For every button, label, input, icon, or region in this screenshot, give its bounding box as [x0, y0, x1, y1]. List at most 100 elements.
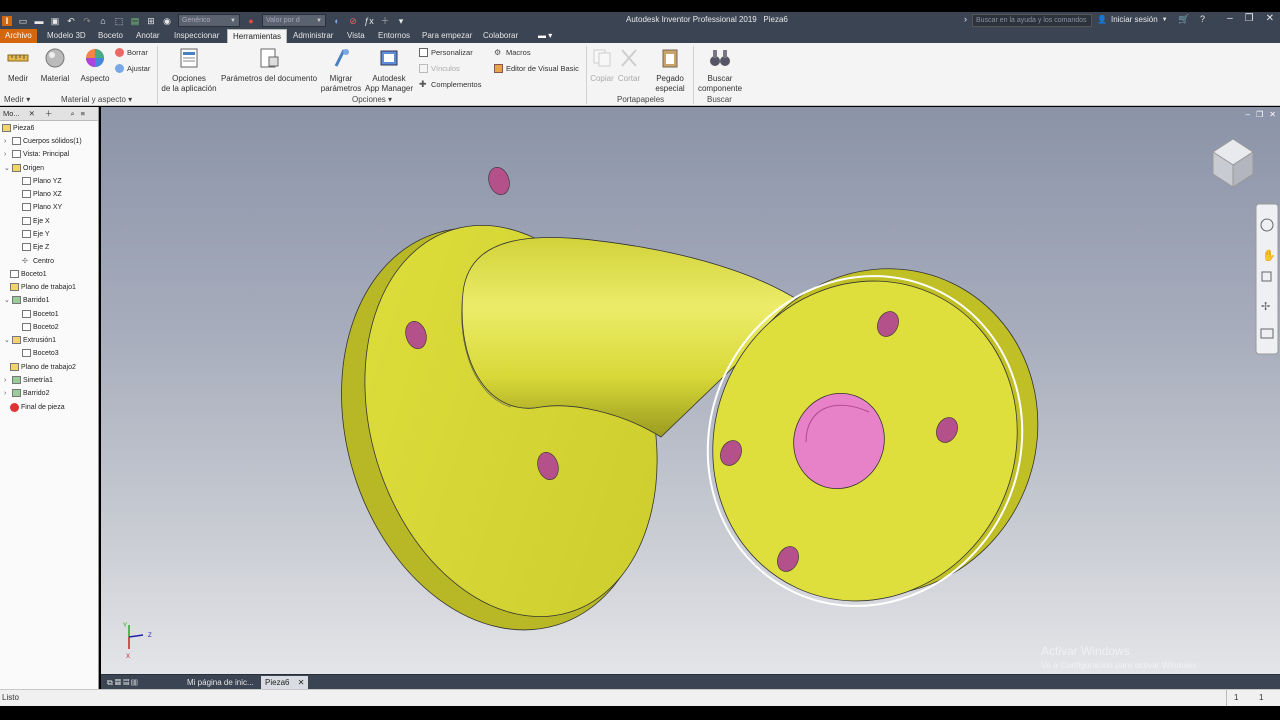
minimize-icon[interactable]: –	[1227, 13, 1233, 24]
tree-node[interactable]: Final de pieza	[10, 403, 65, 412]
migrar-parametros-button[interactable]: Migrar parámetros	[320, 48, 362, 94]
expand-icon[interactable]: ›	[4, 151, 10, 158]
expand-icon[interactable]: ›	[4, 377, 10, 384]
tab-para-empezar[interactable]: Para empezar	[417, 29, 477, 43]
add-icon[interactable]: ＋	[380, 16, 390, 26]
buscar-componente-button[interactable]: Buscar componente	[695, 48, 745, 94]
medir-button[interactable]: Medir	[4, 48, 32, 84]
personalizar-button[interactable]: Personalizar	[419, 48, 473, 57]
home-icon[interactable]: ⌂	[98, 16, 108, 26]
macros-button[interactable]: ⚙ Macros	[494, 48, 531, 57]
help-search-input[interactable]: Buscar en la ayuda y los comandos	[972, 14, 1092, 27]
collapse-icon[interactable]: ⌄	[4, 336, 10, 344]
tree-node[interactable]: Boceto2	[22, 323, 59, 331]
material-combo[interactable]: Genérico ▼	[178, 14, 240, 27]
tree-node[interactable]: Pieza6	[2, 124, 34, 132]
vinculos-button[interactable]: Vínculos	[419, 64, 460, 73]
tree-node[interactable]: › Simetría1	[4, 376, 53, 384]
tree-node[interactable]: Plano XY	[22, 203, 62, 211]
cart-icon[interactable]: 🛒	[1178, 14, 1189, 25]
new-file-icon[interactable]: ▭	[18, 16, 28, 26]
help-icon[interactable]: ?	[1200, 14, 1205, 24]
select-icon[interactable]: ⬚	[114, 16, 124, 26]
tab-overflow-icon[interactable]: ▬ ▾	[533, 29, 557, 43]
parametros-documento-button[interactable]: Parámetros del documento	[219, 48, 319, 84]
tree-node[interactable]: ⌄ Origen	[4, 164, 44, 172]
search-expand-icon[interactable]: ›	[964, 14, 967, 24]
tree-node[interactable]: Boceto1	[22, 310, 59, 318]
doc-tab-part[interactable]: Pieza6 ✕	[261, 676, 309, 689]
tree-node[interactable]: › Barrido2	[4, 389, 49, 397]
customize-arrow-icon[interactable]: ▾	[396, 16, 406, 26]
close-icon[interactable]: ✕	[1266, 13, 1274, 24]
tree-node[interactable]: Plano XZ	[22, 190, 62, 198]
search-icon[interactable]: ⌕	[70, 109, 74, 119]
tree-node[interactable]: ⌄ Barrido1	[4, 296, 49, 304]
pan-icon[interactable]: ✋	[1262, 249, 1276, 262]
inventor-logo-icon[interactable]: I	[2, 15, 12, 26]
tab-colaborar[interactable]: Colaborar	[478, 29, 523, 43]
bolt-hole[interactable]	[485, 165, 512, 198]
menu-icon[interactable]: ≡	[81, 109, 85, 118]
collapse-icon[interactable]: ⌄	[4, 164, 10, 172]
aspecto-button[interactable]: Aspecto	[78, 48, 112, 84]
tree-node[interactable]: Eje Z	[22, 243, 49, 251]
panel-title-material-aspecto[interactable]: Material y aspecto ▾	[61, 95, 132, 104]
redo-icon[interactable]: ↷	[82, 16, 92, 26]
tab-modelo-3d[interactable]: Modelo 3D	[42, 29, 91, 43]
app-manager-button[interactable]: Autodesk App Manager	[363, 48, 415, 94]
cortar-button[interactable]: Cortar	[616, 48, 642, 84]
editor-vb-button[interactable]: Editor de Visual Basic	[494, 64, 579, 73]
tree-node[interactable]: ✣ Centro	[22, 257, 54, 266]
adjust-icon[interactable]: ◐	[332, 16, 342, 26]
opciones-aplicacion-button[interactable]: Opciones de la aplicación	[160, 48, 218, 94]
view-cube[interactable]	[1212, 138, 1254, 188]
pegado-especial-button[interactable]: Pegado especial	[650, 48, 690, 94]
browser-tab-model[interactable]: Mo...	[0, 109, 23, 118]
expand-icon[interactable]: ›	[4, 138, 10, 145]
tab-herramientas[interactable]: Herramientas	[227, 29, 288, 43]
tree-node[interactable]: Plano YZ	[22, 177, 62, 185]
save-icon[interactable]: ▣	[50, 16, 60, 26]
appearance-combo[interactable]: Valor por d ▼	[262, 14, 326, 27]
tree-node[interactable]: › Cuerpos sólidos(1)	[4, 137, 82, 145]
update-icon[interactable]: ▤	[130, 16, 140, 26]
signin-button[interactable]: 👤 Iniciar sesión ▼	[1097, 15, 1168, 24]
panel-title-medir[interactable]: Medir ▾	[4, 95, 30, 104]
part-model[interactable]: ✋ ✢ Y Z X	[101, 107, 1280, 674]
copiar-button[interactable]: Copiar	[589, 48, 615, 84]
ajustar-button[interactable]: Ajustar	[115, 64, 150, 73]
material-button[interactable]: Material	[38, 48, 72, 84]
tree-node[interactable]: Plano de trabajo2	[10, 363, 76, 371]
panel-title-opciones[interactable]: Opciones ▾	[352, 95, 392, 104]
add-browser-icon[interactable]: ＋	[45, 108, 53, 119]
tab-vista[interactable]: Vista	[342, 29, 370, 43]
close-icon[interactable]: ✕	[29, 109, 35, 118]
tile-icon[interactable]: ⧉ ▦ ▤ ▥	[103, 676, 142, 689]
close-icon[interactable]: ✕	[298, 678, 305, 687]
parameters-fx-icon[interactable]: ƒx	[364, 16, 374, 26]
expand-icon[interactable]: ›	[4, 390, 10, 397]
orbit-icon[interactable]: ✢	[1261, 301, 1270, 313]
undo-icon[interactable]: ↶	[66, 16, 76, 26]
open-folder-icon[interactable]: ▬	[34, 16, 44, 26]
doc-tab-home[interactable]: Mi página de inic...	[183, 676, 258, 689]
borrar-button[interactable]: Borrar	[115, 48, 148, 57]
tree-node[interactable]: › Vista: Principal	[4, 150, 69, 158]
tab-inspeccionar[interactable]: Inspeccionar	[169, 29, 224, 43]
collapse-icon[interactable]: ⌄	[4, 296, 10, 304]
tree-node[interactable]: Plano de trabajo1	[10, 283, 76, 291]
graphics-viewport[interactable]: – ❐ ✕ ✋ ✢ Y Z X Activar Windows Ve a Con…	[101, 107, 1280, 674]
tree-node[interactable]: ⌄ Extrusión1	[4, 336, 56, 344]
tab-anotar[interactable]: Anotar	[131, 29, 165, 43]
complementos-button[interactable]: ✚ Complementos	[419, 80, 481, 90]
tree-node[interactable]: Boceto1	[10, 270, 47, 278]
tab-archivo[interactable]: Archivo	[0, 29, 37, 43]
color-wheel-icon[interactable]: ◉	[162, 16, 172, 26]
tab-entornos[interactable]: Entornos	[373, 29, 415, 43]
properties-icon[interactable]: ⊞	[146, 16, 156, 26]
tab-boceto[interactable]: Boceto	[93, 29, 128, 43]
restore-icon[interactable]: ❐	[1245, 13, 1254, 24]
tree-node[interactable]: Boceto3	[22, 349, 59, 357]
tree-node[interactable]: Eje Y	[22, 230, 50, 238]
